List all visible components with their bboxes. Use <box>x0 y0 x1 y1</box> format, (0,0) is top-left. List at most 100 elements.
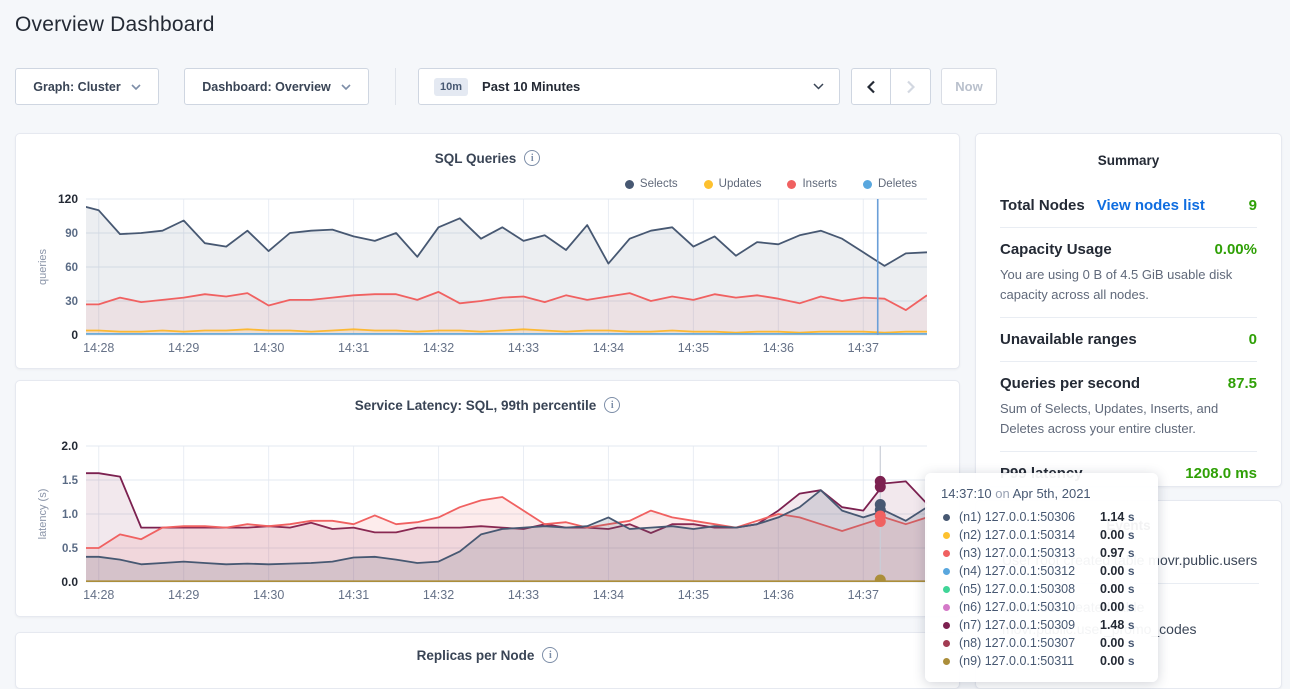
info-icon[interactable]: i <box>604 397 620 413</box>
node-color-dot <box>943 622 950 629</box>
info-icon[interactable]: i <box>524 150 540 166</box>
tooltip-node-row: (n9) 127.0.0.1:503110.00 s <box>941 652 1142 670</box>
summary-heading: Summary <box>976 134 1281 168</box>
graph-dropdown-label: Graph: Cluster <box>33 80 121 94</box>
service-latency-header: Service Latency: SQL, 99th percentile i <box>16 397 959 413</box>
graph-dropdown[interactable]: Graph: Cluster <box>15 68 159 105</box>
svg-text:0.0: 0.0 <box>61 575 78 589</box>
node-color-dot <box>943 550 950 557</box>
dashboard-dropdown[interactable]: Dashboard: Overview <box>184 68 369 105</box>
info-icon[interactable]: i <box>542 647 558 663</box>
node-latency-value: 0.00 s <box>1100 636 1135 650</box>
time-back-button[interactable] <box>851 68 891 105</box>
svg-text:14:36: 14:36 <box>763 588 794 602</box>
chart-title: SQL Queries <box>435 151 517 166</box>
tooltip-date: Apr 5th, 2021 <box>1013 486 1091 501</box>
svg-text:14:30: 14:30 <box>253 341 284 355</box>
svg-text:14:33: 14:33 <box>508 341 539 355</box>
svg-text:1.0: 1.0 <box>62 509 78 521</box>
time-range-badge: 10m <box>434 78 468 96</box>
tooltip-time: 14:37:10 <box>941 486 992 501</box>
node-latency-value: 0.00 s <box>1100 600 1135 614</box>
p99-latency-value: 1208.0 ms <box>1185 465 1257 482</box>
time-nav-buttons <box>851 68 931 105</box>
node-latency-value: 1.48 s <box>1100 618 1135 632</box>
legend-dot <box>625 180 634 189</box>
node-address: (n3) 127.0.0.1:50313 <box>959 546 1100 560</box>
tooltip-node-row: (n8) 127.0.0.1:503070.00 s <box>941 634 1142 652</box>
service-latency-chart[interactable]: 0.00.51.01.52.014:2814:2914:3014:3114:32… <box>34 436 939 604</box>
dashboard-dropdown-label: Dashboard: Overview <box>202 80 331 94</box>
node-color-dot <box>943 604 950 611</box>
svg-text:14:37: 14:37 <box>848 341 879 355</box>
total-nodes-value: 9 <box>1249 197 1257 214</box>
svg-text:14:29: 14:29 <box>168 588 199 602</box>
svg-text:0.5: 0.5 <box>62 543 79 555</box>
svg-text:120: 120 <box>58 192 78 206</box>
node-address: (n2) 127.0.0.1:50314 <box>959 528 1100 542</box>
qps-label: Queries per second <box>1000 375 1140 392</box>
tooltip-node-row: (n4) 127.0.0.1:503120.00 s <box>941 562 1142 580</box>
capacity-desc: You are using 0 B of 4.5 GiB usable disk… <box>1000 265 1257 304</box>
summary-row-capacity: Capacity Usage 0.00% You are using 0 B o… <box>1000 227 1257 317</box>
summary-row-total-nodes: Total Nodes View nodes list 9 <box>1000 184 1257 227</box>
svg-text:latency (s): latency (s) <box>37 489 49 540</box>
tooltip-node-row: (n2) 127.0.0.1:503140.00 s <box>941 526 1142 544</box>
node-color-dot <box>943 586 950 593</box>
svg-text:14:33: 14:33 <box>508 588 539 602</box>
chevron-down-icon <box>341 84 351 90</box>
svg-text:1.5: 1.5 <box>62 475 79 487</box>
svg-text:14:28: 14:28 <box>83 341 114 355</box>
now-button[interactable]: Now <box>941 68 997 105</box>
svg-text:2.0: 2.0 <box>61 439 78 453</box>
node-latency-value: 0.00 s <box>1100 654 1135 668</box>
unavailable-ranges-label: Unavailable ranges <box>1000 331 1137 348</box>
sql-queries-chart[interactable]: 030609012014:2814:2914:3014:3114:3214:33… <box>34 189 939 357</box>
node-color-dot <box>943 640 950 647</box>
svg-text:0: 0 <box>71 328 78 342</box>
qps-desc: Sum of Selects, Updates, Inserts, and De… <box>1000 399 1257 438</box>
toolbar-divider <box>395 68 396 105</box>
node-latency-value: 0.97 s <box>1100 546 1135 560</box>
svg-text:14:31: 14:31 <box>338 588 369 602</box>
chevron-down-icon <box>131 84 141 90</box>
svg-text:14:35: 14:35 <box>678 588 709 602</box>
svg-text:14:32: 14:32 <box>423 588 454 602</box>
svg-text:14:34: 14:34 <box>593 588 624 602</box>
chevron-left-icon <box>867 80 876 94</box>
chart-title: Service Latency: SQL, 99th percentile <box>355 398 597 413</box>
tooltip-node-row: (n6) 127.0.0.1:503100.00 s <box>941 598 1142 616</box>
tooltip-header: 14:37:10 on Apr 5th, 2021 <box>941 486 1142 501</box>
qps-value: 87.5 <box>1228 375 1257 392</box>
legend-dot <box>787 180 796 189</box>
time-range-label: Past 10 Minutes <box>482 79 813 94</box>
svg-text:14:32: 14:32 <box>423 341 454 355</box>
view-nodes-list-link[interactable]: View nodes list <box>1097 197 1205 214</box>
svg-text:14:35: 14:35 <box>678 341 709 355</box>
chevron-down-icon <box>813 83 824 90</box>
tooltip-node-row: (n5) 127.0.0.1:503080.00 s <box>941 580 1142 598</box>
node-address: (n6) 127.0.0.1:50310 <box>959 600 1100 614</box>
hover-tooltip-rows: (n1) 127.0.0.1:503061.14 s(n2) 127.0.0.1… <box>941 508 1142 670</box>
svg-text:14:31: 14:31 <box>338 341 369 355</box>
time-range-selector[interactable]: 10m Past 10 Minutes <box>418 68 840 105</box>
svg-text:90: 90 <box>65 228 78 240</box>
node-latency-value: 1.14 s <box>1100 510 1135 524</box>
node-address: (n1) 127.0.0.1:50306 <box>959 510 1100 524</box>
svg-text:14:36: 14:36 <box>763 341 794 355</box>
sql-queries-header: SQL Queries i <box>16 150 959 166</box>
total-nodes-label: Total Nodes <box>1000 197 1085 214</box>
capacity-label: Capacity Usage <box>1000 241 1112 258</box>
replicas-per-node-card: Replicas per Node i <box>15 632 960 689</box>
svg-text:14:34: 14:34 <box>593 341 624 355</box>
time-forward-button[interactable] <box>891 68 931 105</box>
legend-dot <box>863 180 872 189</box>
summary-panel: Summary Total Nodes View nodes list 9 Ca… <box>975 133 1282 487</box>
unavailable-ranges-value: 0 <box>1249 331 1257 348</box>
node-address: (n7) 127.0.0.1:50309 <box>959 618 1100 632</box>
node-color-dot <box>943 568 950 575</box>
svg-text:queries: queries <box>37 248 49 285</box>
node-color-dot <box>943 532 950 539</box>
tooltip-on-word: on <box>995 486 1009 501</box>
tooltip-node-row: (n7) 127.0.0.1:503091.48 s <box>941 616 1142 634</box>
